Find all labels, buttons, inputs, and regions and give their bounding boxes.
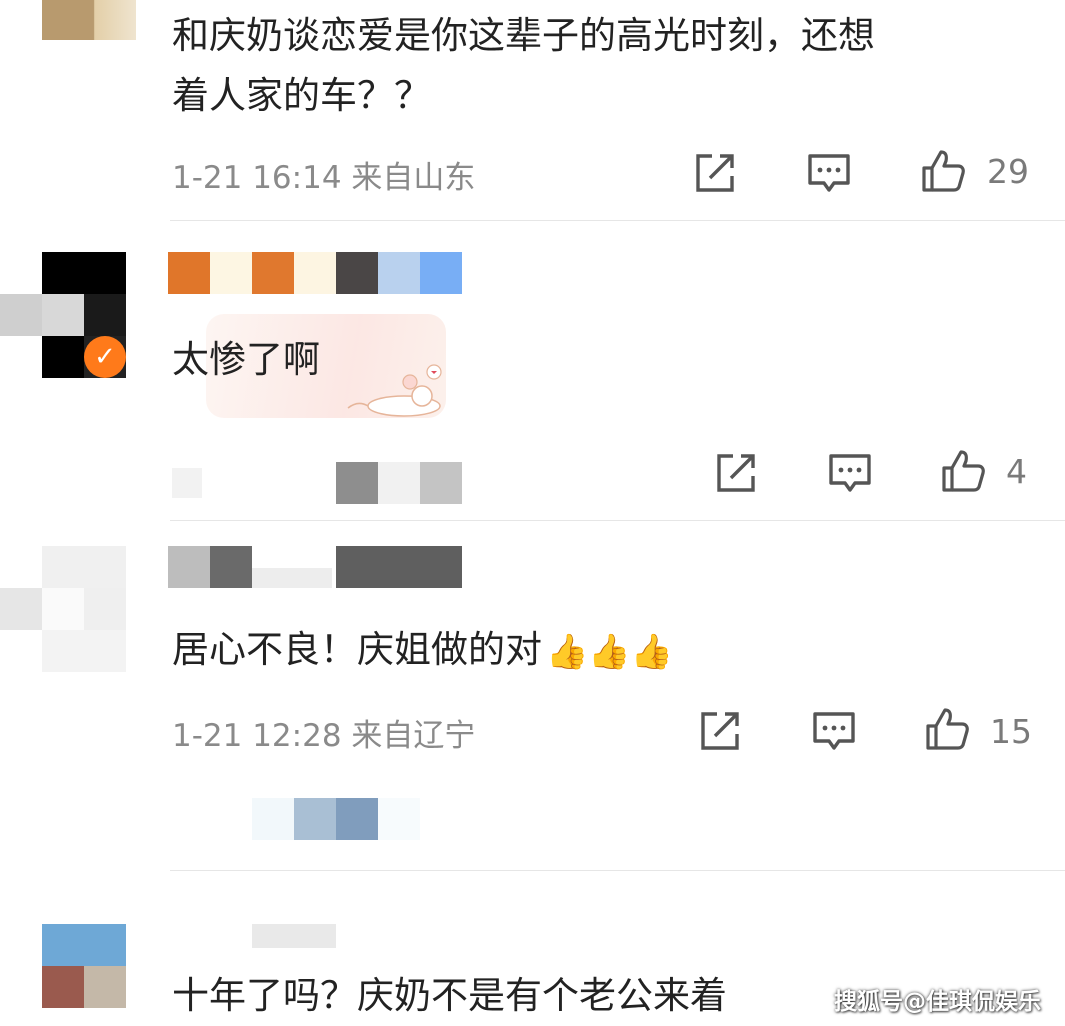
comment-icon[interactable] bbox=[827, 450, 873, 496]
comment-2-text: 太惨了啊 bbox=[172, 338, 320, 381]
username-3[interactable] bbox=[168, 546, 462, 588]
thumbs-up-icon[interactable] bbox=[920, 148, 966, 194]
comment-4-text: 十年了吗？庆奶不是有个老公来着 bbox=[172, 974, 727, 1017]
verified-badge-icon: ✓ bbox=[84, 336, 126, 378]
avatar-4[interactable] bbox=[42, 924, 126, 1008]
avatar-3[interactable] bbox=[0, 546, 126, 672]
like-count: 29 bbox=[987, 152, 1029, 191]
comment-1-meta: 1-21 16:14 来自山东 bbox=[172, 160, 476, 196]
thumbs-up-icon[interactable] bbox=[940, 448, 986, 494]
comment-icon[interactable] bbox=[811, 708, 857, 754]
username-2[interactable] bbox=[168, 252, 462, 294]
share-icon[interactable] bbox=[713, 450, 759, 496]
username-4[interactable] bbox=[252, 924, 336, 948]
reply-preview[interactable] bbox=[252, 798, 420, 840]
like-count: 4 bbox=[1006, 452, 1027, 491]
comment-2-meta bbox=[172, 462, 462, 504]
like-count: 15 bbox=[990, 712, 1032, 751]
share-icon[interactable] bbox=[692, 150, 738, 196]
watermark: 搜狐号@佳琪侃娱乐 bbox=[834, 989, 1041, 1015]
comment-3-text: 居心不良！庆姐做的对 👍👍👍 bbox=[172, 620, 673, 682]
comment-icon[interactable] bbox=[806, 150, 852, 196]
cat-sticker-icon bbox=[344, 360, 444, 418]
thumbs-up-emoji-icon: 👍👍👍 bbox=[546, 631, 674, 672]
divider bbox=[170, 870, 1065, 871]
avatar-1[interactable] bbox=[42, 0, 136, 40]
comment-1-text-line2: 着人家的车？？ bbox=[172, 74, 431, 117]
divider bbox=[170, 520, 1065, 521]
share-icon[interactable] bbox=[697, 708, 743, 754]
thumbs-up-icon[interactable] bbox=[924, 706, 970, 752]
divider bbox=[170, 220, 1065, 221]
comment-1-text-line1: 和庆奶谈恋爱是你这辈子的高光时刻，还想 bbox=[172, 14, 875, 57]
avatar-2-edge bbox=[0, 294, 42, 336]
comment-3-text-body: 居心不良！庆姐做的对 bbox=[172, 628, 542, 671]
comment-3-meta: 1-21 12:28 来自辽宁 bbox=[172, 718, 476, 754]
